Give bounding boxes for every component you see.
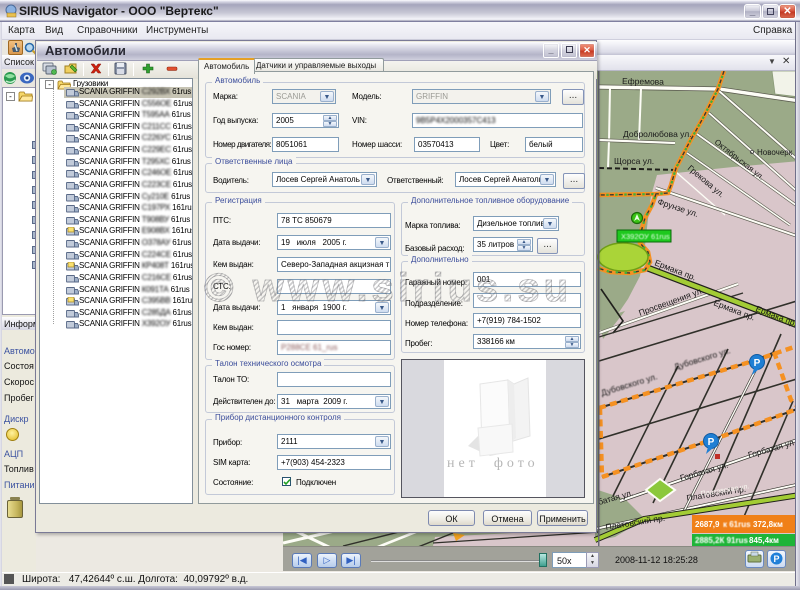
svg-text:372,8км: 372,8км: [753, 520, 783, 529]
svg-text:к 61rus: к 61rus: [723, 520, 751, 529]
svg-text:845,4км: 845,4км: [749, 536, 779, 545]
svg-text:P: P: [754, 358, 761, 369]
svg-text:Добролюбова ул.: Добролюбова ул.: [623, 129, 692, 139]
svg-text:P: P: [773, 554, 779, 564]
svg-text:2885,2К 91rus: 2885,2К 91rus: [695, 536, 748, 545]
svg-text:Новочерк: Новочерк: [757, 148, 793, 157]
svg-text:P: P: [708, 437, 715, 448]
svg-text:Х392ОУ 61rus: Х392ОУ 61rus: [621, 232, 670, 241]
svg-text:2687,9: 2687,9: [695, 520, 720, 529]
svg-text:Щорса ул.: Щорса ул.: [614, 156, 654, 166]
svg-text:Ефремова: Ефремова: [622, 76, 664, 87]
